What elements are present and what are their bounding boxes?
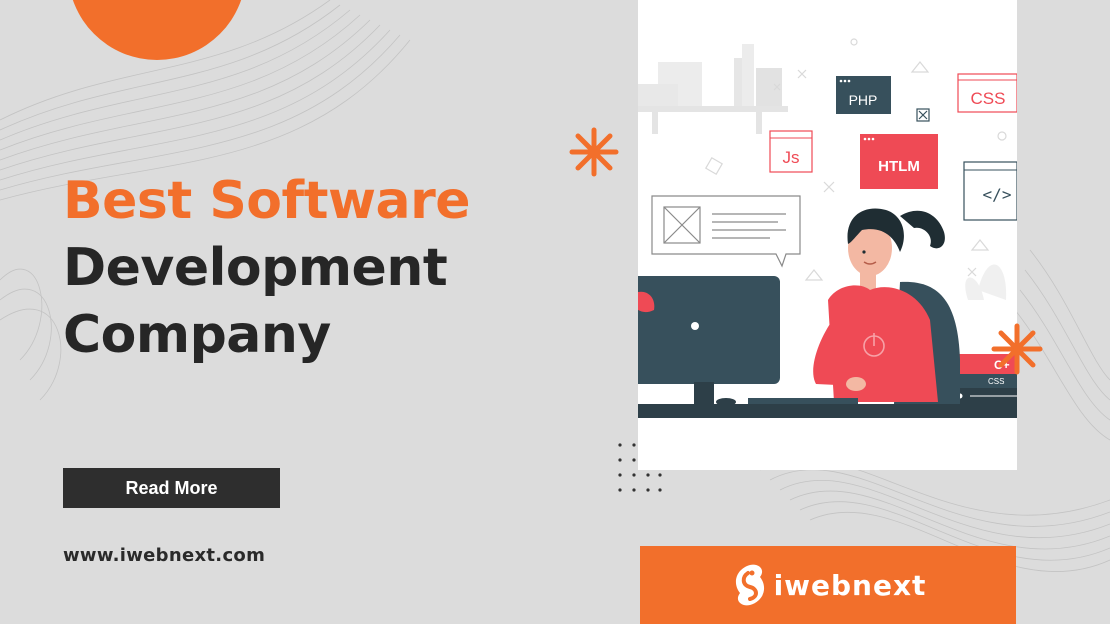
- headline-line-3: Company: [63, 305, 331, 365]
- brand-logo: iwebnext: [730, 563, 927, 607]
- website-url: www.iwebnext.com: [63, 545, 266, 566]
- headline-line-1: Best Software: [63, 171, 471, 231]
- image-card: [651, 195, 801, 268]
- developer-illustration-art: PHP CSS Js HTLM </> CSS: [638, 38, 1017, 418]
- asterisk-icon: [991, 323, 1043, 375]
- js-tag: Js: [769, 130, 813, 173]
- php-label: PHP: [849, 92, 878, 108]
- shelf-graphic: [638, 44, 788, 134]
- js-label: Js: [783, 148, 800, 167]
- monitor: [638, 276, 780, 406]
- read-more-button[interactable]: Read More: [63, 468, 280, 508]
- developer-illustration: PHP CSS Js HTLM </> CSS: [638, 0, 1017, 470]
- hero-headline: Best Software Development Company: [63, 168, 471, 369]
- headline-line-2: Development: [63, 238, 448, 298]
- htlm-label: HTLM: [878, 158, 920, 175]
- asterisk-icon: [569, 127, 619, 177]
- code-window: </>: [963, 161, 1017, 221]
- code-label: </>: [983, 185, 1012, 204]
- css-book-label: CSS: [988, 377, 1004, 386]
- brand-logo-icon: [735, 564, 764, 606]
- brand-name: iwebnext: [773, 568, 927, 602]
- css-tag: CSS: [957, 73, 1017, 113]
- brand-logo-banner: iwebnext: [640, 546, 1016, 624]
- htlm-tag: HTLM: [860, 134, 938, 189]
- php-tag: PHP: [836, 76, 891, 114]
- css-label: CSS: [971, 89, 1006, 108]
